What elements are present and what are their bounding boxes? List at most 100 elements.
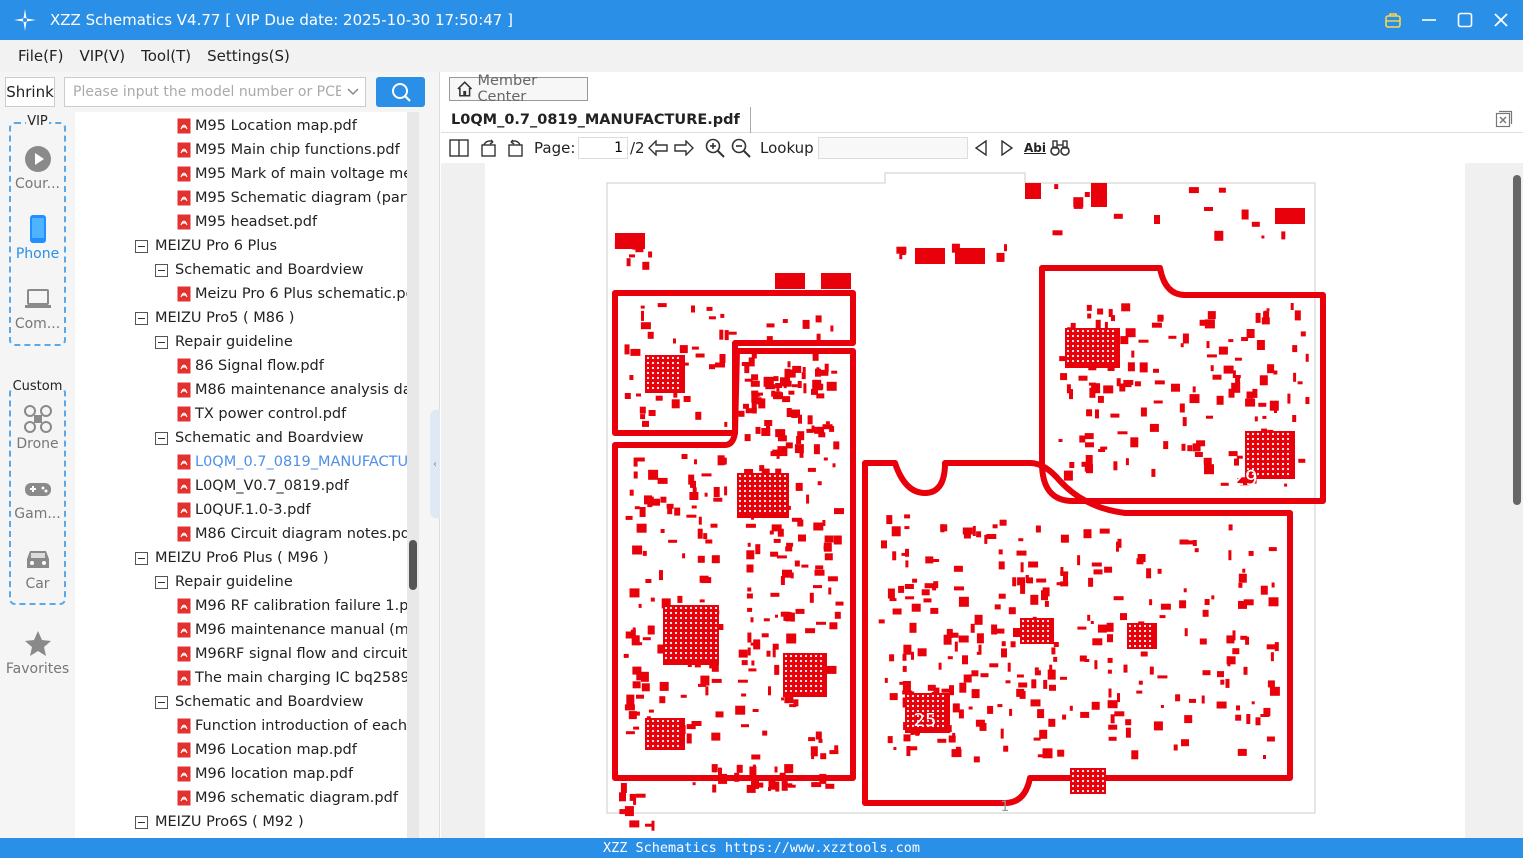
tree-folder-node[interactable]: MEIZU Pro 6 Plus [135,234,277,258]
rotate-right-icon[interactable] [505,138,525,158]
component-pad [1125,727,1131,738]
tree-file-node[interactable]: M95 headset.pdf [177,210,317,234]
bga-ball [783,499,787,503]
sidebar-toggle-icon[interactable] [449,138,469,158]
collapse-toggle-icon[interactable] [155,695,168,709]
tree-folder-node[interactable]: Repair guideline [155,570,293,594]
component-pad [816,393,825,399]
category-drone[interactable]: Drone [0,404,75,452]
member-center-button[interactable]: Member Center [449,73,588,105]
collapse-toggle-icon[interactable] [135,551,148,565]
pdf-viewer[interactable]: 29 25 1 [441,163,1523,838]
maximize-icon[interactable] [1453,8,1477,32]
bga-ball [773,504,777,508]
tree-file-node[interactable]: M95 Location map.pdf [177,114,357,138]
menu-file[interactable]: File(F) [18,47,63,65]
tree-folder-node[interactable]: Schematic and Boardview [155,426,364,450]
collapse-toggle-icon[interactable] [155,335,168,349]
match-case-button[interactable]: Abi [1024,138,1046,158]
category-car[interactable]: Car [0,544,75,592]
tree-folder-node[interactable]: Repair guideline [155,330,293,354]
minimize-icon[interactable] [1417,8,1441,32]
next-page-icon[interactable] [674,138,694,158]
shrink-button[interactable]: Shrink [5,77,55,107]
tree-folder-node[interactable]: MEIZU Pro6 Plus ( M96 ) [135,546,329,570]
category-favorites[interactable]: Favorites [0,629,75,677]
search-input[interactable] [65,79,341,105]
pdf-page[interactable]: 29 25 1 [485,163,1465,838]
category-phone[interactable]: Phone [0,214,75,262]
component-pad [902,665,907,672]
close-icon[interactable] [1489,8,1513,32]
document-tab[interactable]: L0QM_0.7_0819_MANUFACTURE.pdf [451,107,751,133]
tree-file-node[interactable]: M86 maintenance analysis data [177,378,407,402]
collapse-toggle-icon[interactable] [135,311,148,325]
tree-file-node[interactable]: M95 Mark of main voltage mea [177,162,407,186]
tree-file-node[interactable]: M95 Main chip functions.pdf [177,138,400,162]
tree-scrollbar[interactable] [407,112,419,838]
menu-settings[interactable]: Settings(S) [207,47,290,65]
tree-file-node[interactable]: L0QM_0.7_0819_MANUFACTURE [177,450,407,474]
panel-collapse-handle[interactable]: ‹ [430,410,440,518]
collapse-toggle-icon[interactable] [155,431,168,445]
zoom-out-icon[interactable] [731,138,751,158]
tree-file-node[interactable]: 86 Signal flow.pdf [177,354,324,378]
category-computer[interactable]: Com... [0,284,75,332]
chevron-down-icon[interactable] [341,87,365,97]
bga-ball [1026,639,1030,643]
tree-folder-node[interactable]: MEIZU Pro6S ( M92 ) [135,810,304,834]
page-number-input[interactable] [578,137,628,159]
component-pad [1232,648,1240,655]
tree-file-node[interactable]: L0QUF.1.0-3.pdf [177,498,311,522]
tree-file-node[interactable]: M96 maintenance manual (mai [177,618,407,642]
collapse-toggle-icon[interactable] [155,575,168,589]
pcb-location-map[interactable]: 29 25 1 [485,163,1465,838]
previous-page-icon[interactable] [648,138,668,158]
tree-file-node[interactable]: M95 Schematic diagram (partia [177,186,407,210]
vip-bag-icon[interactable] [1381,8,1405,32]
pdf-file-icon [177,190,191,206]
tree-folder-node[interactable]: MEIZU Pro5 ( M86 ) [135,306,294,330]
menu-tool[interactable]: Tool(T) [141,47,191,65]
bga-ball [679,646,683,650]
tree-file-node[interactable]: M96 schematic diagram.pdf [177,786,398,810]
tree-file-node[interactable]: M96 Location map.pdf [177,738,357,762]
tree-file-node[interactable]: TX power control.pdf [177,402,346,426]
bga-ball [674,626,678,630]
bga-ball [666,729,670,733]
category-games[interactable]: Gam... [0,474,75,522]
tree-file-node[interactable]: L0QM_V0.7_0819.pdf [177,474,349,498]
tree-scroll-thumb[interactable] [409,540,417,590]
bga-ball [1071,339,1075,343]
tree-file-node[interactable]: M96RF signal flow and circuit st [177,642,407,666]
viewer-scrollbar[interactable] [1511,163,1523,838]
bga-ball [768,489,772,493]
find-previous-icon[interactable] [973,138,989,158]
tree-file-node[interactable]: The main charging IC bq25890 [177,666,407,690]
tree-file-node[interactable]: Function introduction of each c [177,714,407,738]
tree-file-node[interactable]: M96 location map.pdf [177,762,353,786]
tree-folder-node[interactable]: Schematic and Boardview [155,690,364,714]
bga-ball [1111,349,1115,353]
search-button[interactable] [376,77,425,107]
bga-ball [669,656,673,660]
zoom-in-icon[interactable] [705,138,725,158]
find-next-icon[interactable] [999,138,1015,158]
lookup-input[interactable] [818,137,968,159]
close-document-icon[interactable] [1495,110,1513,128]
viewer-scroll-thumb[interactable] [1513,175,1521,505]
menu-vip[interactable]: VIP(V) [79,47,125,65]
binoculars-icon[interactable] [1050,138,1070,158]
component-pad [968,706,973,710]
rotate-left-icon[interactable] [479,138,499,158]
tree-folder-node[interactable]: Schematic and Boardview [155,258,364,282]
tree-file-node[interactable]: Meizu Pro 6 Plus schematic.pdf [177,282,407,306]
collapse-toggle-icon[interactable] [135,815,148,829]
tree-file-node[interactable]: M86 Circuit diagram notes.pdf [177,522,407,546]
collapse-toggle-icon[interactable] [155,263,168,277]
category-courses[interactable]: Cour... [0,144,75,192]
bga-ball [694,616,698,620]
collapse-toggle-icon[interactable] [135,239,148,253]
tree-file-node[interactable]: M96 RF calibration failure 1.pdf [177,594,407,618]
search-combobox[interactable] [64,77,366,107]
